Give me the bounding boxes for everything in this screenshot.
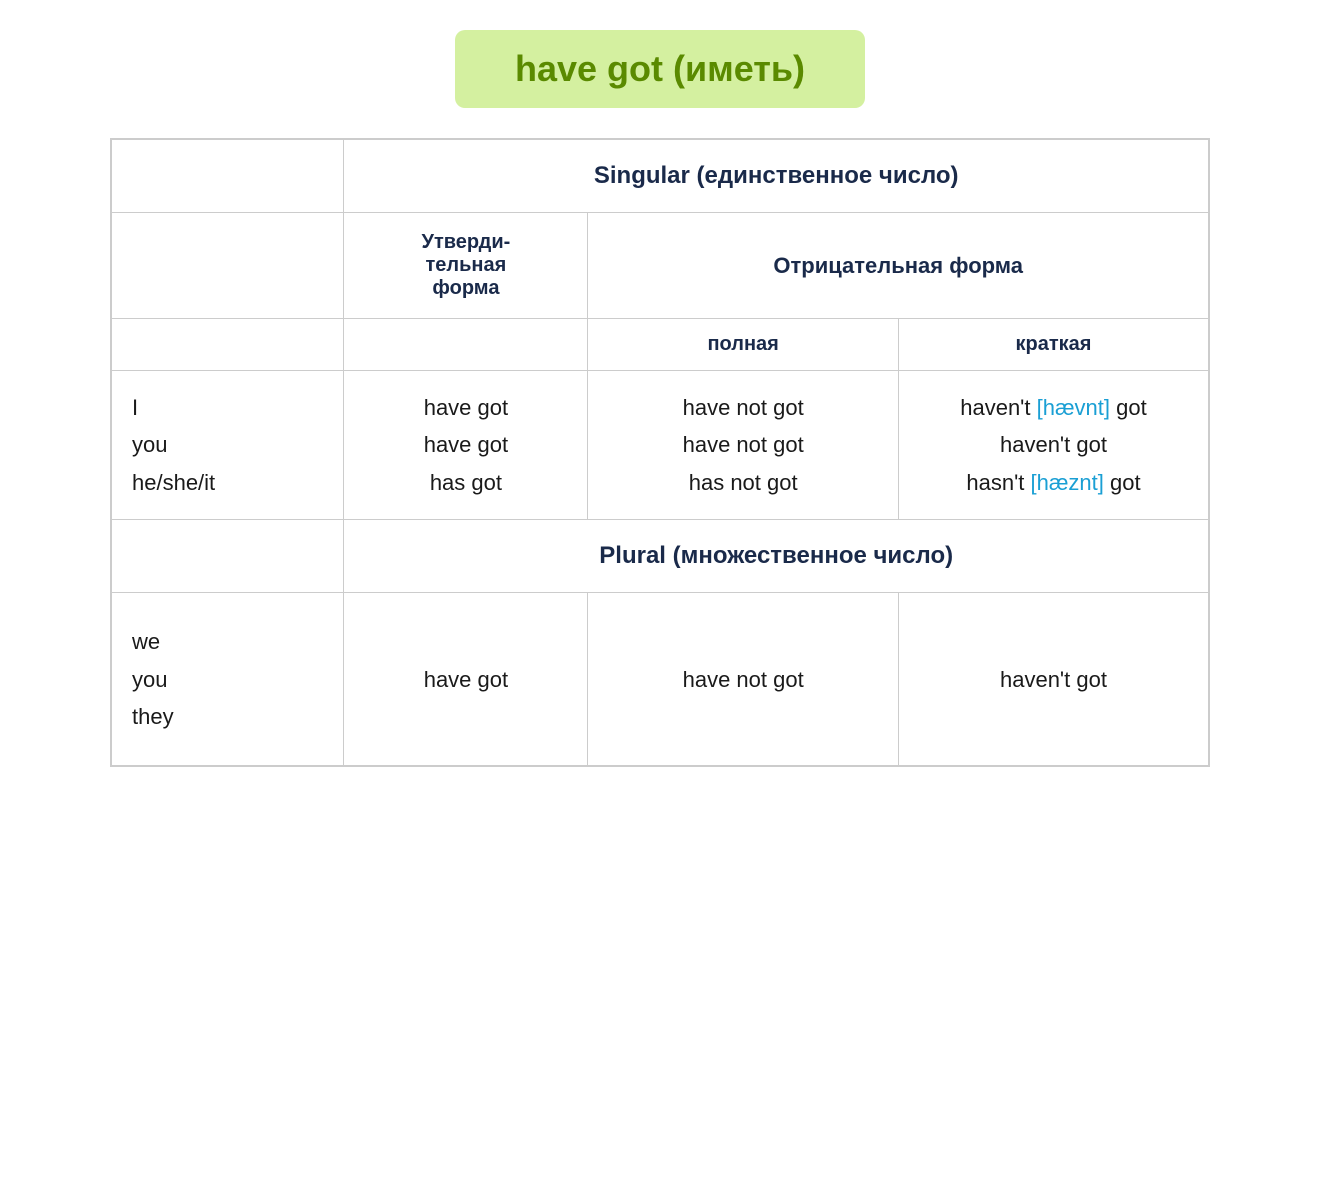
- positive-header: Утверди-тельнаяформа: [344, 213, 588, 319]
- negative-header: Отрицательная форма: [588, 213, 1209, 319]
- pronoun-header-empty: [111, 213, 344, 319]
- plural-header-cell: Plural (множественное число): [344, 520, 1209, 593]
- title-badge: have got (иметь): [455, 30, 865, 108]
- short-subheader: краткая: [898, 319, 1209, 371]
- positive-header-text: Утверди-тельнаяформа: [422, 231, 511, 299]
- plural-positive-cell: have got: [344, 593, 588, 767]
- full-subheader: полная: [588, 319, 899, 371]
- sub-positive-empty: [344, 319, 588, 371]
- singular-negative-short-cell: haven't [hævnt] got haven't got hasn't […: [898, 371, 1209, 520]
- negative-subheader-row: полная краткая: [111, 319, 1209, 371]
- singular-negative-full-cell: have not gothave not gothas not got: [588, 371, 899, 520]
- phonetic-havnt: [hævnt]: [1037, 395, 1110, 420]
- plural-header-row: Plural (множественное число): [111, 520, 1209, 593]
- title-text: have got (иметь): [515, 48, 805, 89]
- column-headers-row: Утверди-тельнаяформа Отрицательная форма: [111, 213, 1209, 319]
- phonetic-haznt: [hæznt]: [1031, 470, 1104, 495]
- plural-negative-short-cell: haven't got: [898, 593, 1209, 767]
- singular-header-row: Singular (единственное число): [111, 139, 1209, 213]
- singular-empty-cell: [111, 139, 344, 213]
- plural-data-row: weyouthey have got have not got haven't …: [111, 593, 1209, 767]
- singular-positive-cell: have gothave gothas got: [344, 371, 588, 520]
- page-container: have got (иметь) Singular (единственное …: [110, 30, 1210, 767]
- plural-empty-cell: [111, 520, 344, 593]
- plural-negative-full-cell: have not got: [588, 593, 899, 767]
- plural-pronoun-cell: weyouthey: [111, 593, 344, 767]
- singular-header-cell: Singular (единственное число): [344, 139, 1209, 213]
- singular-pronoun-cell: Iyouhe/she/it: [111, 371, 344, 520]
- sub-empty: [111, 319, 344, 371]
- main-table: Singular (единственное число) Утверди-те…: [110, 138, 1210, 767]
- singular-data-row: Iyouhe/she/it have gothave gothas got ha…: [111, 371, 1209, 520]
